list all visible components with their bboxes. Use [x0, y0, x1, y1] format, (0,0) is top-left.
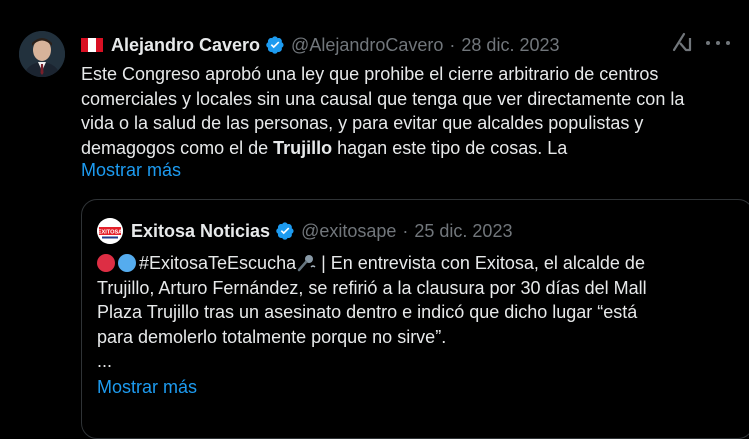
red-circle-icon — [97, 254, 115, 272]
quoted-author-name[interactable]: Exitosa Noticias — [131, 221, 270, 242]
quoted-show-more-link[interactable]: Mostrar más — [97, 377, 197, 398]
tweet-header: Alejandro Cavero @AlejandroCavero · 28 d… — [81, 33, 559, 57]
quoted-tweet-date[interactable]: 25 dic. 2023 — [414, 221, 512, 242]
author-name[interactable]: Alejandro Cavero — [111, 35, 260, 56]
tweet-text-line: Este Congreso aprobó una ley que prohibe… — [81, 64, 659, 84]
tweet-text-line: vida o la salud de las personas, y para … — [81, 113, 644, 133]
quoted-tweet-text: #ExitosaTeEscucha | En entrevista con Ex… — [97, 251, 737, 374]
verified-badge-icon[interactable] — [275, 221, 295, 241]
logo-text: EXITOSA — [98, 229, 122, 235]
hashtag-link[interactable]: #ExitosaTeEscucha — [139, 253, 296, 273]
quoted-text-ellipsis: ... — [97, 351, 113, 371]
tweet-text-fragment: hagan este tipo de cosas. La — [332, 137, 568, 158]
grok-icon[interactable] — [670, 30, 694, 54]
tweet-text-fragment: demagogos como el de — [81, 137, 274, 158]
quoted-text-line: Plaza Trujillo tras un asesinato dentro … — [97, 302, 638, 322]
quoted-text-line: Trujillo, Arturo Fernández, se refirió a… — [97, 277, 647, 298]
quoted-tweet-header: EXITOSA Exitosa Noticias @exitosape · 25… — [97, 218, 512, 244]
quoted-text-fragment: | En entrevista con Exitosa, el alcalde … — [316, 253, 645, 273]
show-more-link[interactable]: Mostrar más — [81, 160, 181, 181]
author-avatar[interactable] — [19, 31, 65, 77]
microphone-icon — [296, 254, 316, 272]
separator-dot: · — [402, 220, 409, 241]
peru-flag-icon — [81, 38, 103, 52]
tweet-date[interactable]: 28 dic. 2023 — [461, 35, 559, 56]
quoted-text-line: #ExitosaTeEscucha | En entrevista con Ex… — [97, 251, 737, 276]
more-options-icon[interactable] — [706, 33, 730, 53]
quoted-text-line: para demolerlo totalmente porque no sirv… — [97, 326, 447, 347]
bold-word: Trujillo — [273, 137, 333, 158]
verified-badge-icon[interactable] — [265, 35, 285, 55]
tweet-text: Este Congreso aprobó una ley que prohibe… — [81, 62, 731, 160]
exitosa-logo[interactable]: EXITOSA — [97, 218, 123, 244]
tweet-text-line: comerciales y locales sin una causal que… — [81, 88, 685, 109]
separator-dot: · — [449, 34, 456, 55]
quoted-author-handle[interactable]: @exitosape — [301, 221, 396, 242]
tweet-text-line: demagogos como el de Trujillo hagan este… — [81, 136, 731, 161]
author-handle[interactable]: @AlejandroCavero — [291, 35, 443, 56]
blue-circle-icon — [118, 254, 136, 272]
